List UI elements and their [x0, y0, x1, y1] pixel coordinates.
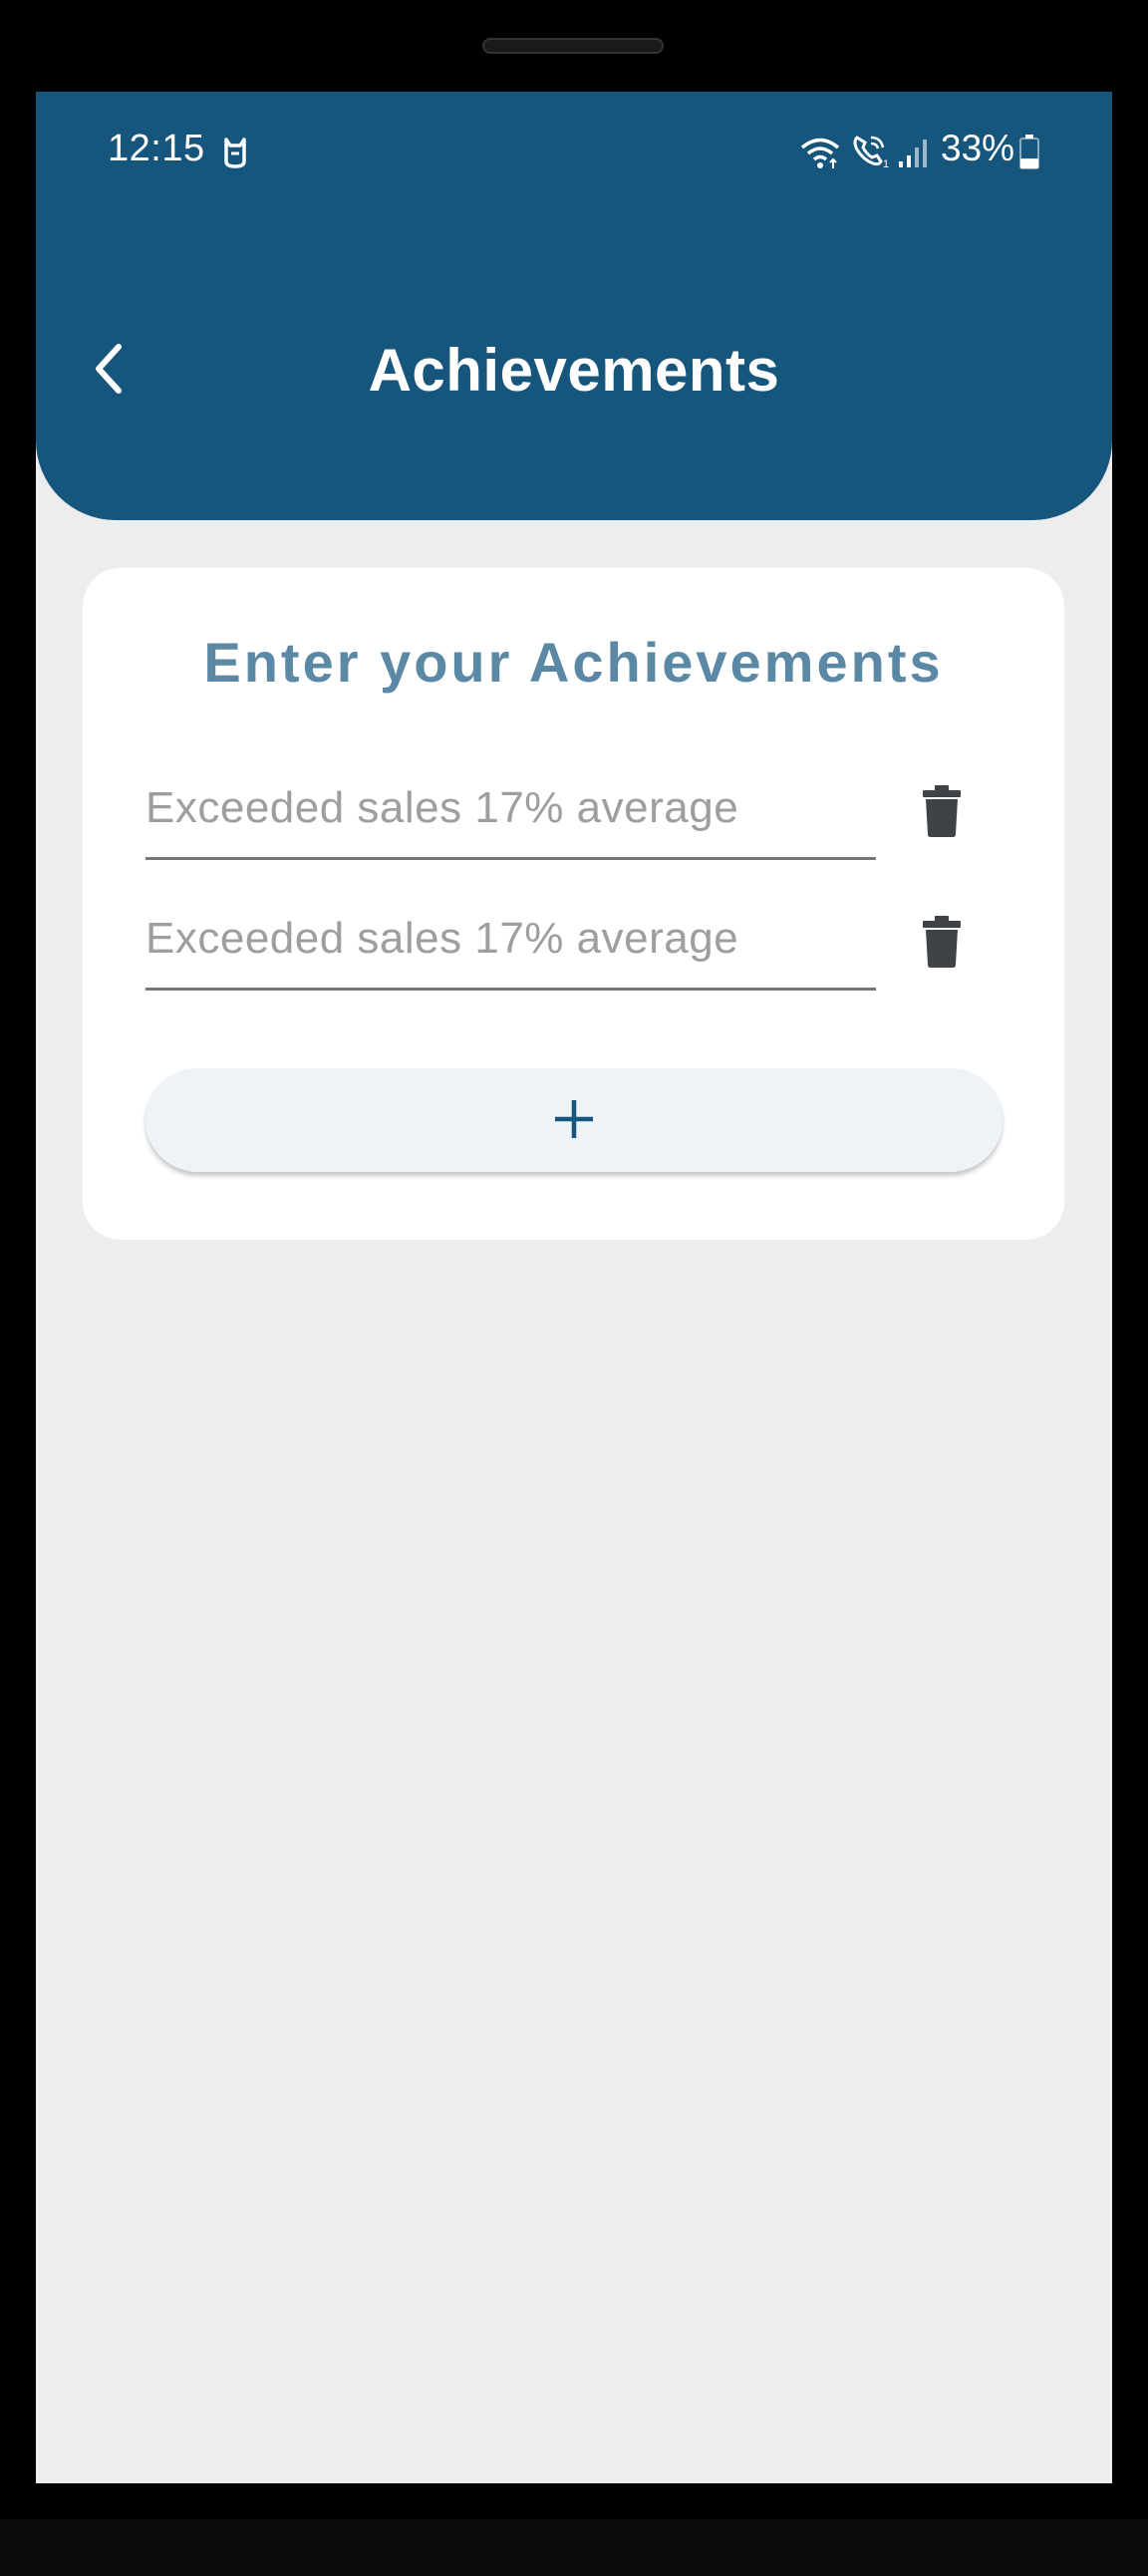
achievement-field — [145, 760, 876, 860]
status-time: 12:15 — [108, 128, 205, 169]
device-frame: 12:15 1 33% Achievements Enter your Achi… — [0, 0, 1148, 2576]
card-title: Enter your Achievements — [203, 631, 944, 694]
app-screen: 12:15 1 33% Achievements Enter your Achi… — [36, 92, 1112, 2483]
app-header: 12:15 1 33% Achievements — [36, 92, 1112, 520]
achievement-input[interactable] — [145, 778, 876, 838]
status-bar: 12:15 1 33% — [36, 92, 1112, 211]
nav-row: Achievements — [36, 311, 1112, 430]
achievement-input[interactable] — [145, 909, 876, 969]
delete-achievement-button[interactable] — [912, 914, 972, 974]
svg-text:1: 1 — [883, 158, 889, 169]
back-button[interactable] — [64, 311, 153, 430]
battery-percent: 33% — [941, 128, 1015, 168]
chevron-left-icon — [89, 339, 129, 404]
signal-icon — [897, 136, 929, 174]
trash-icon — [922, 784, 962, 842]
plus-icon — [552, 1097, 596, 1144]
trash-icon — [922, 915, 962, 973]
cat-notification-icon — [221, 136, 249, 174]
battery-icon — [1018, 134, 1040, 174]
device-bottom-bezel — [0, 2519, 1148, 2576]
achievement-field — [145, 891, 876, 991]
delete-achievement-button[interactable] — [912, 783, 972, 843]
add-achievement-button[interactable] — [145, 1068, 1003, 1172]
earpiece-speaker — [482, 38, 664, 54]
page-title: Achievements — [368, 337, 780, 404]
wifi-call-icon: 1 — [851, 134, 891, 174]
wifi-icon — [799, 136, 841, 174]
achievements-card: Enter your Achievements — [83, 568, 1064, 1240]
